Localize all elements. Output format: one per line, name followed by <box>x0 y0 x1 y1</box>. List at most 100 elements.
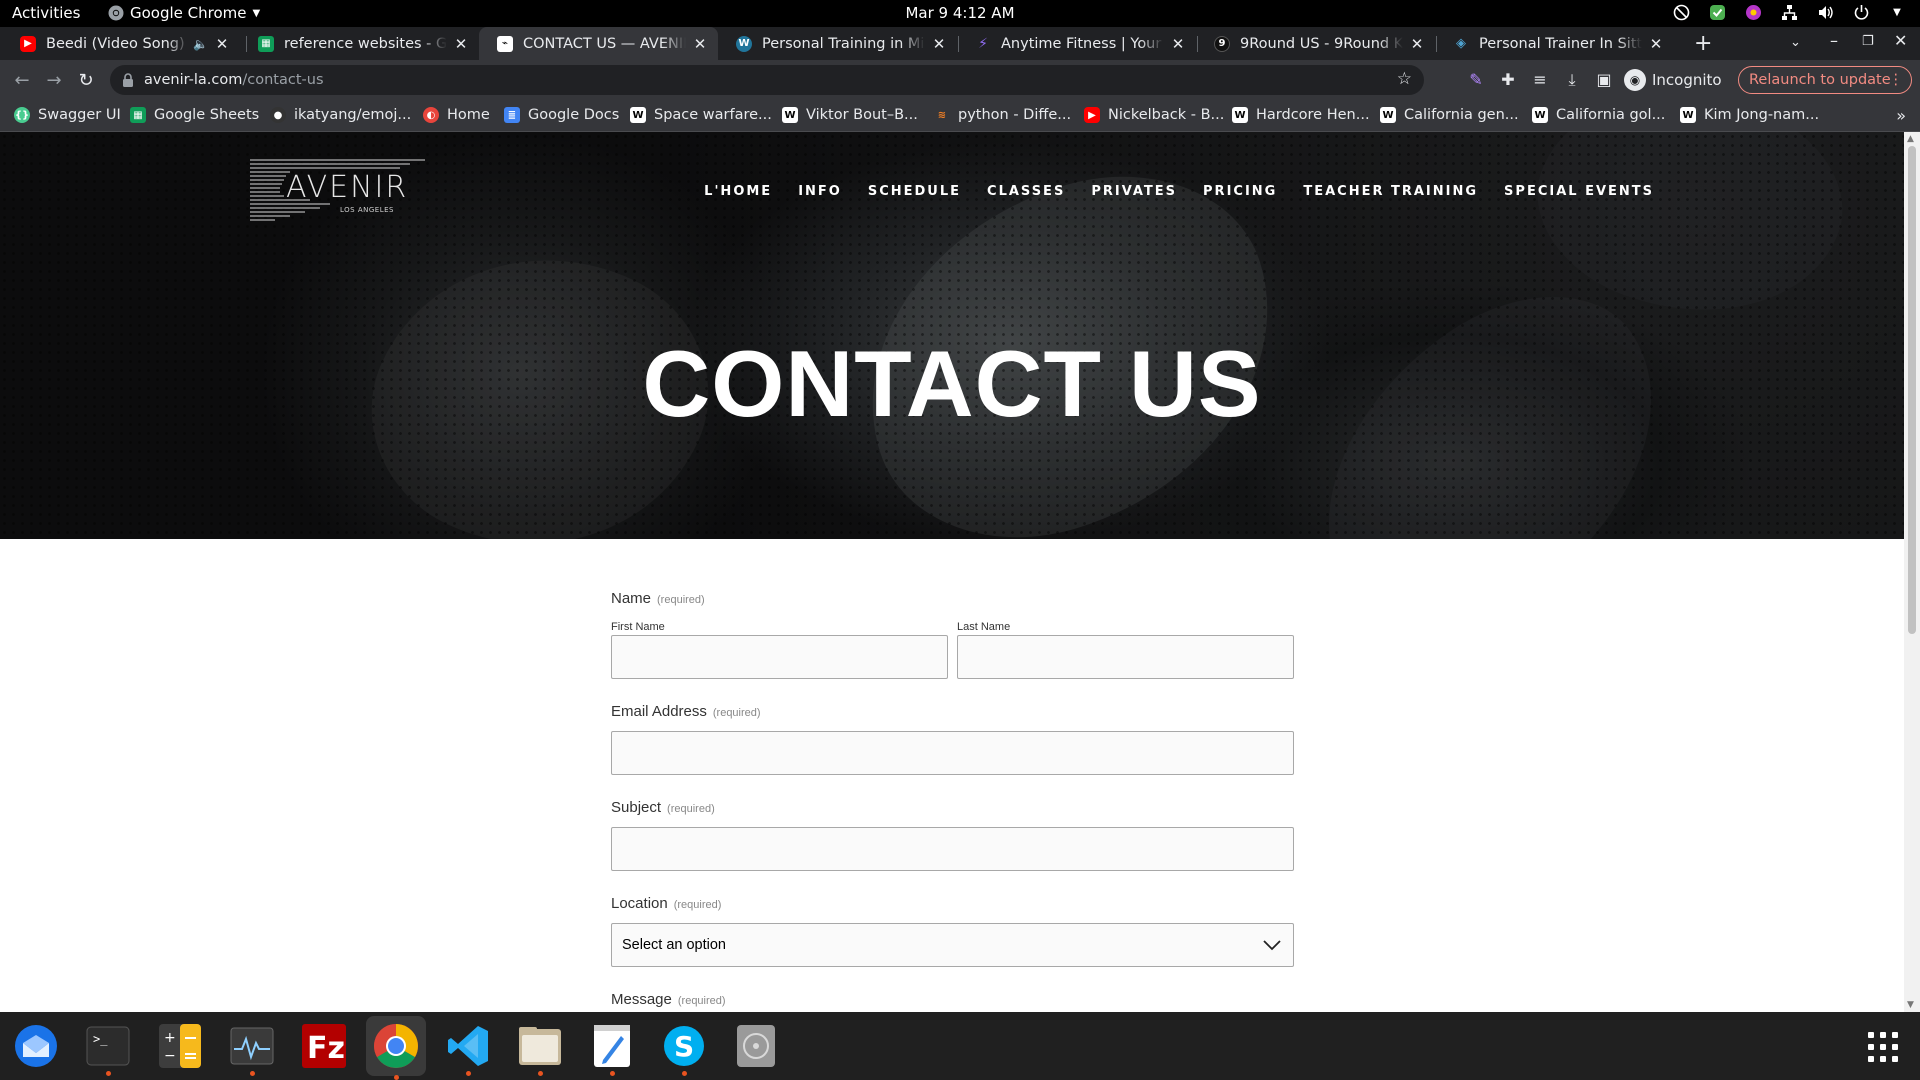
bookmarks-overflow-icon[interactable]: » <box>1896 106 1906 125</box>
tab-search-chevron-icon[interactable]: ⌄ <box>1790 35 1801 50</box>
bookmark-home[interactable]: ◐ Home <box>423 107 490 123</box>
activities-button[interactable]: Activities <box>12 4 80 22</box>
close-icon[interactable]: ✕ <box>1409 35 1425 53</box>
download-icon[interactable]: ⤓ <box>1562 70 1582 90</box>
nav-home[interactable]: L'HOME <box>704 184 772 199</box>
dock-filezilla[interactable]: Fz <box>296 1018 352 1074</box>
dock-calculator[interactable]: + − <box>152 1018 208 1074</box>
vpn-off-icon[interactable] <box>1672 3 1690 21</box>
shield-check-icon[interactable] <box>1708 3 1726 21</box>
9round-icon: 9 <box>1214 35 1230 52</box>
tab-personal-trainer-sitting[interactable]: ◈ Personal Trainer In Sitting ✕ <box>1435 27 1674 60</box>
reload-icon[interactable]: ↻ <box>74 68 98 92</box>
files-icon <box>519 1027 561 1065</box>
dock-terminal[interactable]: >_ <box>80 1018 136 1076</box>
tab-personal-training-milton[interactable]: W Personal Training in Milto ✕ <box>718 27 957 60</box>
close-icon[interactable]: ✕ <box>453 35 469 53</box>
nav-privates[interactable]: PRIVATES <box>1091 184 1177 199</box>
tab-anytime-fitness[interactable]: ⚡ Anytime Fitness | Your Loc ✕ <box>957 27 1196 60</box>
show-applications-grid-icon[interactable] <box>1868 1032 1898 1062</box>
scroll-down-icon[interactable]: ▼ <box>1907 1000 1914 1010</box>
bookmark-hardcore-henan[interactable]: W Hardcore Hen... <box>1232 107 1370 123</box>
incognito-indicator[interactable]: ◉ Incognito <box>1624 67 1722 93</box>
chevron-down-icon <box>1263 939 1281 950</box>
restore-icon[interactable]: ❐ <box>1862 34 1874 49</box>
tab-strip: ▶ Beedi (Video Song) | O 🔈 ✕ ▦ reference… <box>0 27 1920 60</box>
extensions-puzzle-icon[interactable]: ✚ <box>1498 70 1518 89</box>
bookmark-california-gol[interactable]: W California gol... <box>1532 107 1665 123</box>
bookmark-california-gen[interactable]: W California gen... <box>1380 107 1519 123</box>
clock[interactable]: Mar 9 4:12 AM <box>905 4 1014 22</box>
tab-9round[interactable]: 9 9Round US - 9Round Kickb ✕ <box>1196 27 1435 60</box>
nav-teacher-training[interactable]: TEACHER TRAINING <box>1303 184 1478 199</box>
bookmark-google-docs[interactable]: ≣ Google Docs <box>504 107 619 123</box>
network-icon[interactable] <box>1780 3 1798 21</box>
reading-list-icon[interactable]: ≡ <box>1530 70 1550 89</box>
bookmark-ikatyang-emoji[interactable]: ● ikatyang/emoj... <box>270 107 411 123</box>
close-icon[interactable]: ✕ <box>1648 35 1664 53</box>
dock-thunderbird[interactable] <box>8 1018 64 1074</box>
close-icon[interactable]: ✕ <box>692 35 708 53</box>
system-menu-caret-icon[interactable]: ▼ <box>1888 3 1906 21</box>
bookmark-nickelback[interactable]: ▶ Nickelback - B... <box>1084 107 1224 123</box>
first-name-input[interactable] <box>611 635 948 679</box>
window-close-icon[interactable]: ✕ <box>1894 31 1907 50</box>
bookmark-label: Viktor Bout–B... <box>806 107 918 123</box>
incognito-label: Incognito <box>1652 71 1722 89</box>
close-icon[interactable]: ✕ <box>214 35 230 53</box>
bookmark-star-icon[interactable]: ☆ <box>1397 69 1412 89</box>
color-app-icon[interactable] <box>1744 3 1762 21</box>
audio-playing-icon[interactable]: 🔈 <box>193 37 208 51</box>
side-panel-icon[interactable]: ▣ <box>1594 70 1614 89</box>
power-icon[interactable] <box>1852 3 1870 21</box>
site-nav: L'HOME INFO SCHEDULE CLASSES PRIVATES PR… <box>704 184 1654 199</box>
nav-classes[interactable]: CLASSES <box>987 184 1065 199</box>
bookmark-label: python - Diffe... <box>958 107 1072 123</box>
extension-quill-icon[interactable]: ✎ <box>1466 70 1486 89</box>
location-select[interactable]: Select an option <box>611 923 1294 967</box>
nav-pricing[interactable]: PRICING <box>1203 184 1277 199</box>
tab-reference-websites[interactable]: ▦ reference websites - Goog ✕ <box>240 27 479 60</box>
bookmark-space-warfare[interactable]: W Space warfare... <box>630 107 772 123</box>
dock-skype[interactable]: S <box>656 1018 712 1076</box>
address-bar[interactable]: avenir-la.com/contact-us ☆ <box>110 65 1424 95</box>
scroll-up-icon[interactable]: ▲ <box>1907 134 1914 144</box>
tab-youtube-beedi[interactable]: ▶ Beedi (Video Song) | O 🔈 ✕ <box>2 27 240 60</box>
app-menu[interactable]: Google Chrome ▼ <box>108 4 260 22</box>
subject-input[interactable] <box>611 827 1294 871</box>
nav-special-events[interactable]: SPECIAL EVENTS <box>1504 184 1654 199</box>
last-name-input[interactable] <box>957 635 1294 679</box>
dock-text-editor[interactable] <box>584 1018 640 1076</box>
more-vert-icon[interactable]: ⋮ <box>1889 72 1904 88</box>
close-icon[interactable]: ✕ <box>931 35 947 53</box>
last-name-label: Last Name <box>957 621 1011 633</box>
minimize-icon[interactable]: – <box>1830 31 1838 50</box>
volume-icon[interactable] <box>1816 3 1834 21</box>
avenir-logo[interactable]: AVENIR LOS ANGELES <box>250 158 430 228</box>
nav-info[interactable]: INFO <box>798 184 842 199</box>
relaunch-to-update-button[interactable]: Relaunch to update ⋮ <box>1738 66 1912 94</box>
scrollbar-thumb[interactable] <box>1908 146 1916 634</box>
page-scrollbar[interactable]: ▲ ▼ <box>1904 132 1920 1012</box>
bookmark-kim-jong-nam[interactable]: W Kim Jong-nam... <box>1680 107 1819 123</box>
bookmark-swagger-ui[interactable]: {} Swagger UI <box>14 107 121 123</box>
close-icon[interactable]: ✕ <box>1170 35 1186 53</box>
nav-schedule[interactable]: SCHEDULE <box>868 184 961 199</box>
message-label: Message <box>611 991 672 1008</box>
dock-files[interactable] <box>512 1018 568 1076</box>
lock-icon[interactable] <box>122 73 134 87</box>
dock-vscode[interactable] <box>440 1018 496 1076</box>
bookmark-viktor-bout[interactable]: W Viktor Bout–B... <box>782 107 918 123</box>
system-monitor-icon <box>230 1027 274 1065</box>
forward-arrow-icon[interactable]: → <box>42 68 66 92</box>
back-arrow-icon[interactable]: ← <box>10 68 34 92</box>
dock-system-monitor[interactable] <box>224 1018 280 1076</box>
dock-disk-utility[interactable] <box>728 1018 784 1074</box>
tab-contact-us[interactable]: ⌁ CONTACT US — AVENIR-L ✕ <box>479 27 718 60</box>
bookmark-google-sheets[interactable]: ▦ Google Sheets <box>130 107 259 123</box>
bookmark-python-diff[interactable]: ≋ python - Diffe... <box>934 107 1071 123</box>
dock-chrome[interactable] <box>366 1016 426 1080</box>
email-input[interactable] <box>611 731 1294 775</box>
new-tab-button[interactable]: + <box>1694 31 1712 56</box>
logo-subtitle: LOS ANGELES <box>340 206 394 214</box>
